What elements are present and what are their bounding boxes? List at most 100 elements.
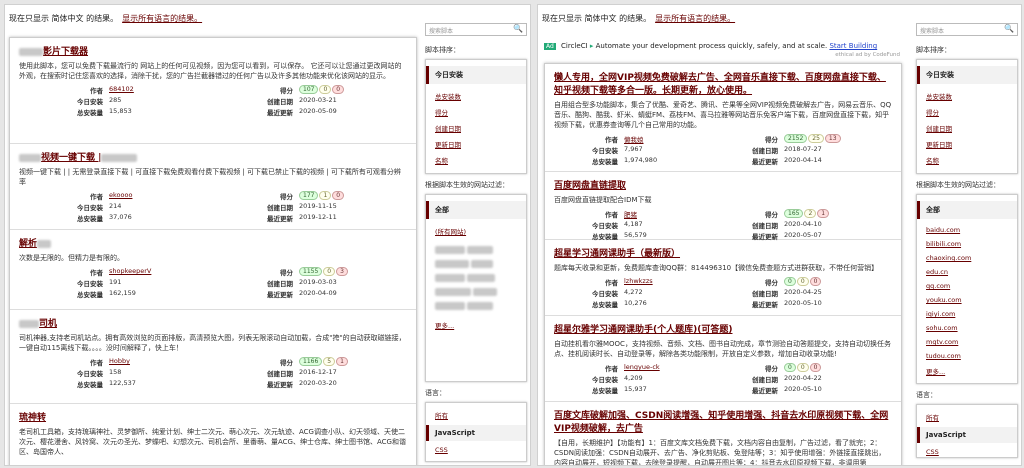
lang-link-all[interactable]: 所有 [426, 407, 526, 423]
list-item: 司机 司机神器,支持老司机站点。拥有高效浏览的页面排版，高清预览大图，列表无限滚… [10, 310, 416, 404]
filter-more-link[interactable]: 更多... [426, 317, 526, 333]
script-title-link[interactable]: 懒人专用，全网VIP视频免费破解去广告、全网音乐直接下载、百度网盘直接下载、知乎… [554, 70, 892, 96]
sort-link-created[interactable]: 创建日期 [917, 120, 1017, 136]
script-meta: 作者 shopkeeperV 得分 1155 0 3 今日安装 191 创建日期 2019-… [19, 267, 407, 299]
script-meta: 作者 Hobby 得分 1166 5 1 今日安装 158 创建日期 2016-12-17 … [19, 357, 407, 389]
filter-link-all-sites[interactable]: (所有网站) [426, 223, 526, 239]
lang-current: JavaScript [917, 427, 1017, 443]
ad-link[interactable]: Start Building [829, 42, 877, 50]
score-ok: 1 [319, 191, 332, 200]
filter-link-qq[interactable]: qq.com [917, 279, 1017, 293]
script-title-link[interactable]: 解析 [19, 236, 407, 249]
language-box: 所有 JavaScript CSS [916, 404, 1018, 458]
author-link[interactable]: shopkeeperV [109, 267, 151, 275]
filter-current: 全部 [917, 201, 1017, 219]
blurred-text [19, 319, 39, 328]
show-all-languages-link[interactable]: 显示所有语言的结果。 [122, 14, 202, 23]
script-title-link[interactable]: 影片下载器 [19, 44, 407, 57]
sort-link-score[interactable]: 得分 [917, 104, 1017, 120]
site-filter-box: 全部 (所有网站) 更多... [425, 194, 527, 382]
filter-link-chaoxing[interactable]: chaoxing.com [917, 251, 1017, 265]
show-all-languages-link[interactable]: 显示所有语言的结果。 [655, 14, 735, 23]
sort-box: 今日安装 总安装数 得分 创建日期 更新日期 名称 [425, 59, 527, 174]
ad-banner: Ad CircleCI ▸ Automate your development … [544, 42, 900, 58]
filter-link-baidu[interactable]: baidu.com [917, 223, 1017, 237]
blurred-text [19, 47, 43, 56]
sort-link-total[interactable]: 总安装数 [917, 88, 1017, 104]
sort-link-score[interactable]: 得分 [426, 104, 526, 120]
ad-name: CircleCI [561, 42, 588, 50]
script-title-link[interactable]: 百度文库破解加强、CSDN阅读增强、知乎使用增强、抖音去水印原视频下载、全网VI… [554, 408, 892, 434]
blurred-text [37, 239, 52, 248]
search-icon[interactable]: 🔍 [1004, 24, 1014, 33]
author-link[interactable]: Hobby [109, 357, 130, 365]
blurred-text [101, 153, 138, 162]
score-ok: 5 [323, 357, 336, 366]
list-item: 视频一键下载 | 视频一键下载 | | 无需登录直接下载 | 可直接下载免费观看… [10, 144, 416, 230]
sort-link-name[interactable]: 名称 [917, 152, 1017, 168]
blurred-text [19, 153, 41, 162]
filter-link-youku[interactable]: youku.com [917, 293, 1017, 307]
filter-link-iqiyi[interactable]: iqiyi.com [917, 307, 1017, 321]
sort-current: 今日安装 [426, 66, 526, 84]
filter-link-tudou[interactable]: tudou.com [917, 349, 1017, 363]
author-link[interactable]: 684102 [109, 85, 134, 93]
sort-link-created[interactable]: 创建日期 [426, 120, 526, 136]
blurred-site-list [426, 239, 526, 317]
lang-link-css[interactable]: CSS [917, 445, 1017, 459]
language-notice: 现在只显示 简体中文 的结果。 显示所有语言的结果。 [542, 14, 736, 23]
author-link[interactable]: 肥猪 [624, 211, 637, 219]
score-good: 1166 [299, 357, 323, 366]
search-input[interactable]: 搜索脚本 🔍 [425, 23, 527, 36]
score-ok: 0 [319, 85, 332, 94]
left-screenshot-panel: 现在只显示 简体中文 的结果。 显示所有语言的结果。 影片下载器 使用此脚本，您可… [4, 4, 531, 466]
script-list-left: 影片下载器 使用此脚本，您可以免费下载最流行的 网站上的任何可见视频，因为您可以… [9, 37, 417, 465]
script-title-link[interactable]: 视频一键下载 | [19, 150, 407, 163]
filter-link-bilibili[interactable]: bilibili.com [917, 237, 1017, 251]
author-link[interactable]: lzhwkzzs [624, 277, 653, 285]
script-meta: 作者 684102 得分 107 0 0 今日安装 285 创建日期 2020-03-21 … [19, 85, 407, 117]
sidebar-right: 脚本排序： 今日安装 总安装数 得分 创建日期 更新日期 名称 根据脚本生效的网… [916, 39, 1018, 458]
script-meta: 作者 lzhwkzzs 得分 0 0 0 今日安装 4,272 创建日期 2020-04-2… [592, 277, 822, 309]
author-link[interactable]: lengyue-ck [624, 363, 660, 371]
author-link[interactable]: 懒我娘 [624, 136, 644, 144]
script-list-right: 懒人专用，全网VIP视频免费破解去广告、全网音乐直接下载、百度网盘直接下载、知乎… [544, 63, 902, 465]
filter-more-link[interactable]: 更多... [917, 363, 1017, 379]
script-title-link[interactable]: 琉神转 [19, 410, 407, 423]
score-ok: 0 [796, 277, 809, 286]
script-meta: 作者 肥猪 得分 165 2 1 今日安装 4,187 创建日期 2020-04-10 总安… [554, 209, 892, 241]
sort-link-total[interactable]: 总安装数 [426, 88, 526, 104]
language-box: 所有 JavaScript CSS [425, 402, 527, 462]
score-ok: 25 [808, 134, 824, 143]
sort-link-updated[interactable]: 更新日期 [426, 136, 526, 152]
right-screenshot-panel: 现在只显示 简体中文 的结果。 显示所有语言的结果。 Ad CircleCI ▸ … [537, 4, 1022, 466]
list-item: 解析 次数是无限的。但精力是有限的。 作者 shopkeeperV 得分 1155 0… [10, 230, 416, 310]
search-icon[interactable]: 🔍 [513, 24, 523, 33]
script-title-link[interactable]: 司机 [19, 316, 407, 329]
lang-link-all[interactable]: 所有 [917, 409, 1017, 425]
filter-link-mgtv[interactable]: mgtv.com [917, 335, 1017, 349]
ad-arrow-icon: ▸ [589, 42, 594, 50]
script-title-link[interactable]: 超星尔雅学习通网课助手(个人题库)(可答题) [554, 322, 892, 335]
script-meta: 作者 懒我娘 得分 2152 25 13 今日安装 7,967 创建日期 2018-07-2… [554, 134, 892, 166]
language-notice: 现在只显示 简体中文 的结果。 显示所有语言的结果。 [9, 14, 203, 23]
score-good: 1155 [299, 267, 323, 276]
sort-link-updated[interactable]: 更新日期 [917, 136, 1017, 152]
list-item: 琉神转 老司机工具箱，支持琉璃神社、灵梦御所、纯爱计划、绅士二次元、萌心次元、次… [10, 404, 416, 465]
score-ok: 0 [796, 363, 809, 372]
score-bad: 3 [336, 267, 348, 276]
filter-link-sohu[interactable]: sohu.com [917, 321, 1017, 335]
list-item: 超星尔雅学习通网课助手(个人题库)(可答题) 自动挂机看尔雅MOOC，支持视频、… [545, 316, 901, 402]
list-item: 百度网盘直链提取 百度网盘直链提取配合IDM下载 作者 肥猪 得分 165 2 1 今日… [545, 172, 901, 241]
lang-link-css[interactable]: CSS [426, 443, 526, 457]
author-link[interactable]: ekoooo [109, 191, 132, 199]
site-filter-box: 全部 baidu.com bilibili.com chaoxing.com e… [916, 194, 1018, 384]
search-input[interactable]: 搜索脚本 🔍 [916, 23, 1018, 36]
score-good: 0 [784, 277, 796, 286]
script-title-link[interactable]: 超星学习通网课助手（最新版） [554, 246, 892, 259]
ad-credit: ethical ad by CodeFund [835, 52, 900, 58]
filter-link-edu[interactable]: edu.cn [917, 265, 1017, 279]
sort-link-name[interactable]: 名称 [426, 152, 526, 168]
script-title-link[interactable]: 百度网盘直链提取 [554, 178, 892, 191]
score-good: 2152 [784, 134, 808, 143]
